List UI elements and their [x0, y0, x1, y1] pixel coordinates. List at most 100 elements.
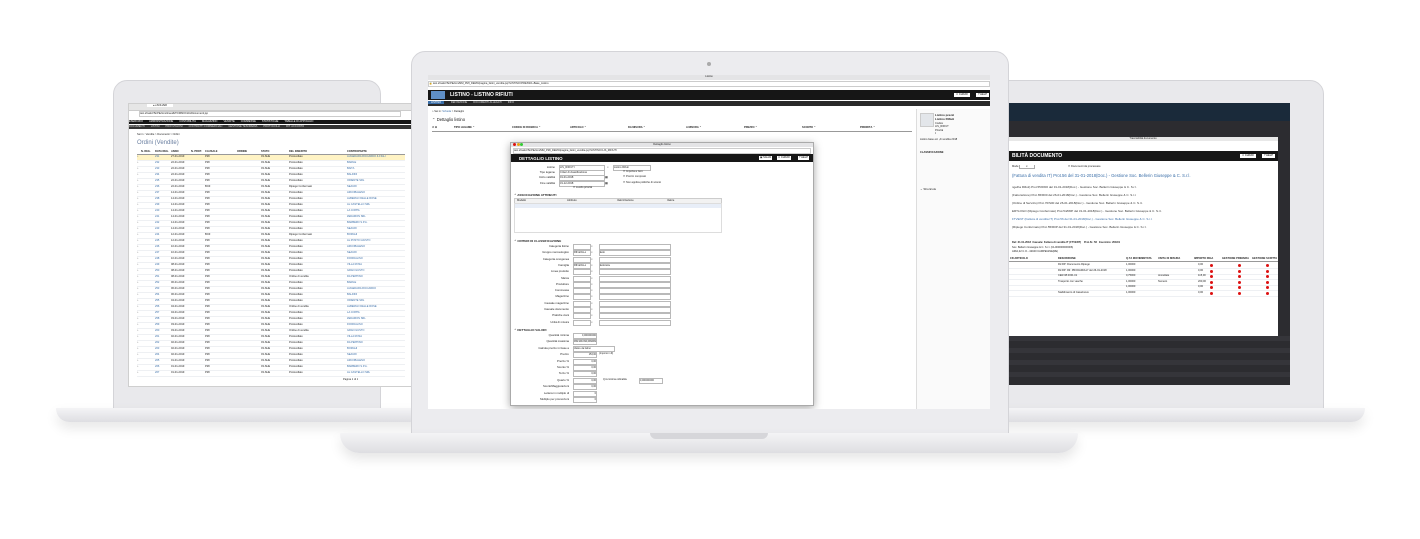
criteria-input[interactable]	[573, 307, 591, 313]
search-icon[interactable]: ⌕	[591, 282, 593, 286]
grid-column-header[interactable]: PRIORITÀ ⌃	[860, 126, 875, 130]
grid-column-header[interactable]: TIPO LEGAME ⌃	[454, 126, 475, 130]
row-counterpart[interactable]: ORIENTE SRL	[347, 299, 364, 303]
row-number[interactable]: 237	[155, 191, 159, 195]
field-option[interactable]: ☐ Importa a zero	[623, 170, 643, 174]
criteria-input[interactable]: RIF-EOLLo	[573, 250, 591, 257]
criteria-input[interactable]	[573, 256, 591, 263]
search-icon[interactable]: ⌕	[137, 263, 138, 267]
field-option[interactable]: ☐ Non applica politiche di sconto	[623, 181, 661, 185]
criteria-input[interactable]	[573, 313, 591, 320]
column-header[interactable]: N. PROT.	[191, 150, 202, 154]
nav-item[interactable]: MAGAZZINO	[202, 120, 217, 123]
subnav-item[interactable]: GESTIONE TESORERIA	[228, 125, 257, 128]
search-icon[interactable]: ⌕	[137, 197, 138, 201]
search-icon[interactable]: ⌕	[137, 233, 138, 237]
column-header[interactable]: GESTIONE SCRITTA	[1252, 257, 1277, 261]
search-icon[interactable]: ⌕	[137, 329, 138, 333]
subnav-item[interactable]: PROVVIGIONI	[166, 125, 183, 128]
row-number[interactable]: 247	[155, 251, 159, 255]
search-icon[interactable]: ⌕	[137, 323, 138, 327]
value-input[interactable]: 0,000000000	[573, 333, 597, 339]
nav-item[interactable]: VENDITE	[223, 120, 234, 123]
row-number[interactable]: 243	[155, 227, 159, 231]
search-icon[interactable]: ⌕	[137, 245, 138, 249]
row-counterpart[interactable]: ARCOBALENO	[347, 359, 365, 363]
row-number[interactable]: 242	[155, 221, 159, 225]
row-counterpart[interactable]: BARBERO S.P.A.	[347, 221, 367, 225]
search-icon[interactable]: ⌕	[591, 313, 593, 317]
value-input[interactable]: 0,00	[573, 365, 597, 371]
value-input[interactable]: 0	[573, 397, 597, 403]
nav-item[interactable]: AMMINISTRAZIONE	[149, 120, 173, 123]
calendar-icon[interactable]: ▦	[605, 175, 608, 179]
criteria-input[interactable]	[573, 275, 591, 282]
criteria-input[interactable]	[573, 281, 591, 288]
tree-item[interactable]: FTVENT (Fattura di vendita IT) Prot.56 d…	[1012, 215, 1274, 223]
row-number[interactable]: 246	[155, 245, 159, 249]
search-icon[interactable]: ⌕	[607, 165, 609, 169]
address-bar[interactable]: test.sfnatic/?ErPE/stm/sheet/ETF/MM/Ordi…	[139, 111, 401, 117]
process-checkbox[interactable]: ☐ Documenti da processare	[1068, 165, 1101, 169]
row-counterpart[interactable]: SEAURI	[347, 251, 357, 255]
tree-item[interactable]: ERTLOGO (Ripiego Confermato) Prot.54/R0P…	[1012, 207, 1274, 215]
search-icon[interactable]: ⌕	[137, 227, 138, 231]
column-header[interactable]: CAUSALE	[205, 150, 218, 154]
search-icon[interactable]: ⌕	[591, 288, 593, 292]
search-icon[interactable]: ⌕	[137, 203, 138, 207]
column-header[interactable]: Q.TÀ MOVIMENTATA	[1126, 257, 1152, 261]
table-row[interactable]: ⌕ 267 01-01-2019 PMI 03-SHE Protocollato AL CA…	[137, 371, 405, 377]
subnav-item[interactable]: PROTOCOLLI	[263, 125, 280, 128]
row-number[interactable]: 263	[155, 347, 159, 351]
search-icon[interactable]: ⌕	[137, 257, 138, 261]
row-counterpart[interactable]: BARBERO S.P.A.	[347, 365, 367, 369]
row-number[interactable]: 236	[155, 185, 159, 189]
value-input[interactable]: 0,00	[573, 371, 597, 378]
nav-item[interactable]: TABELLE DI APPOGGIO	[284, 120, 313, 123]
search-icon[interactable]: ⌕	[137, 305, 138, 309]
row-number[interactable]: 233	[155, 167, 159, 171]
search-icon[interactable]: ⌕	[591, 294, 593, 298]
column-header[interactable]: GESTIONE PRIMARIA	[1222, 257, 1249, 261]
browser-tab[interactable]: ● eSOLVER	[147, 104, 174, 107]
search-icon[interactable]: ⌕	[137, 173, 138, 177]
search-icon[interactable]: ⌕	[137, 185, 138, 189]
row-number[interactable]: 232	[155, 161, 159, 165]
row-counterpart[interactable]: ALBERGO DELLE ROSE	[347, 305, 377, 309]
pagination[interactable]: Pagina 1 di 1	[343, 378, 358, 382]
row-counterpart[interactable]: ZEDAMON SRL	[347, 215, 366, 219]
row-number[interactable]: 256	[155, 305, 159, 309]
dialog-help-button[interactable]: ? HELP	[798, 156, 809, 160]
search-icon[interactable]: ⌕	[137, 335, 138, 339]
row-counterpart[interactable]: BALDINI	[347, 293, 357, 297]
row-number[interactable]: 255	[155, 299, 159, 303]
search-icon[interactable]: ⌕	[137, 341, 138, 345]
row-counterpart[interactable]: GRAN GUSTO	[347, 269, 364, 273]
row-number[interactable]: 235	[155, 179, 159, 183]
subnav-item[interactable]: CONTRATTI COMMERCIALI	[189, 125, 223, 128]
search-icon[interactable]: ⌕	[137, 293, 138, 297]
row-number[interactable]: 244	[155, 233, 159, 237]
help-button[interactable]: ? HELP	[1262, 154, 1275, 158]
column-header[interactable]: ANNO	[171, 150, 179, 154]
grid-column-header[interactable]: PREZZO ⌃	[744, 126, 757, 130]
calendar-icon[interactable]: ▦	[605, 181, 608, 185]
row-number[interactable]: 231	[155, 155, 159, 159]
values-section[interactable]: ⌃ DETTAGLIO VALORI	[514, 328, 546, 332]
column-header[interactable]: N. REG.	[141, 150, 151, 154]
mode-select[interactable]: Mode ▾	[1012, 165, 1035, 169]
row-counterpart[interactable]: ZEDAMON SRL	[347, 317, 366, 321]
row-counterpart[interactable]: BARILE	[347, 281, 356, 285]
value-input[interactable]: 0,00	[573, 358, 597, 365]
row-number[interactable]: 249	[155, 263, 159, 267]
grid-column-header[interactable]: CODICE DI RICERCA ⌃	[512, 126, 541, 130]
row-counterpart[interactable]: LA COPPA	[347, 311, 360, 315]
row-counterpart[interactable]: FIORDALISO	[347, 257, 363, 261]
search-icon[interactable]: ⌕	[137, 155, 138, 159]
row-number[interactable]: 262	[155, 341, 159, 345]
column-header[interactable]: CONTROPARTE	[347, 150, 367, 154]
row-counterpart[interactable]: AUGEDARA RICCARDO & FIGLI	[347, 155, 386, 159]
row-counterpart[interactable]: BORGHI	[347, 347, 357, 351]
nav-item[interactable]: STATISTICHE	[262, 120, 278, 123]
search-icon[interactable]: ⌕	[591, 257, 593, 261]
